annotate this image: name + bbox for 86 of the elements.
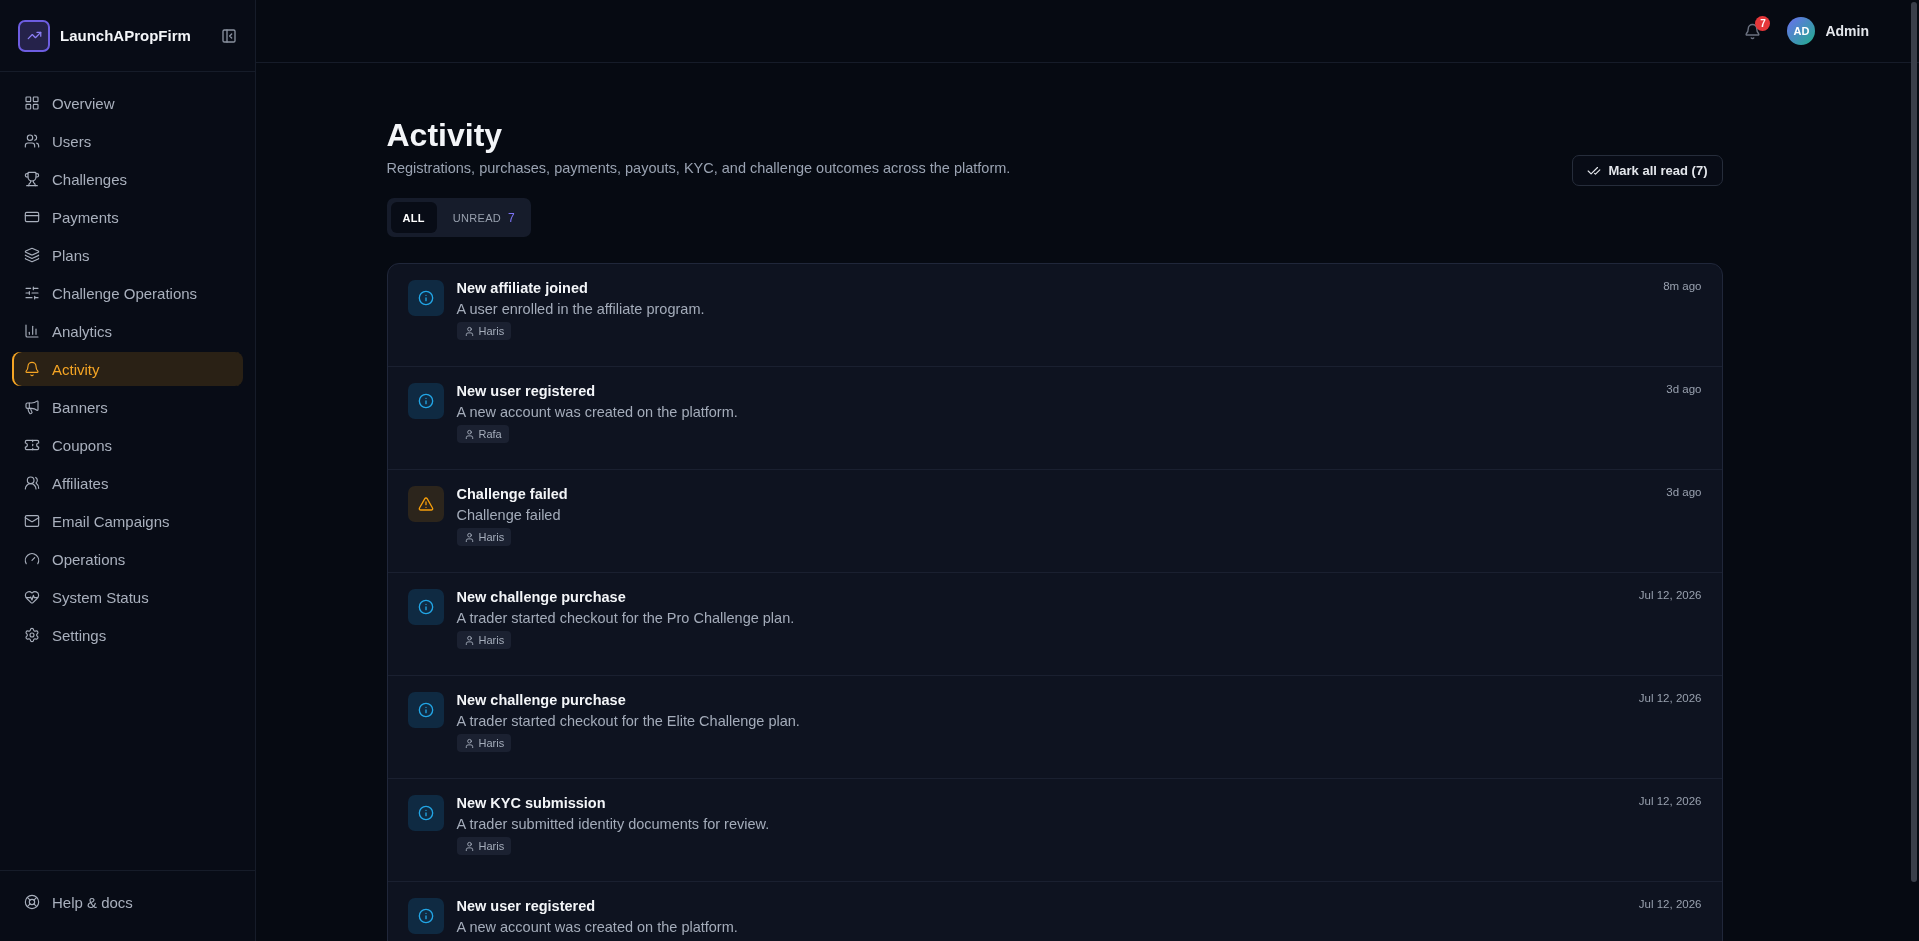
activity-description: A trader submitted identity documents for review. bbox=[456, 816, 771, 832]
sidebar-item[interactable]: Analytics bbox=[12, 314, 243, 348]
info-icon bbox=[407, 795, 444, 831]
info-icon bbox=[407, 383, 444, 419]
activity-time: Jul 12, 2026 bbox=[1638, 795, 1702, 809]
sidebar-item[interactable]: System Status bbox=[12, 580, 243, 614]
activity-title: New affiliate joined bbox=[456, 280, 589, 296]
user-tag: Haris bbox=[456, 734, 512, 752]
grid-icon bbox=[24, 95, 40, 111]
activity-title: New challenge purchase bbox=[456, 589, 627, 605]
warning-icon bbox=[407, 486, 444, 522]
activity-title: New challenge purchase bbox=[456, 692, 627, 708]
page-title: Activity bbox=[386, 117, 504, 154]
notification-badge: 7 bbox=[1755, 15, 1771, 31]
activity-title: New KYC submission bbox=[456, 795, 607, 811]
sidebar-item[interactable]: Challenge Operations bbox=[12, 276, 243, 310]
activity-time: 3d ago bbox=[1666, 486, 1702, 500]
activity-time: 3d ago bbox=[1666, 383, 1702, 397]
bell-icon bbox=[24, 361, 40, 377]
activity-description: A new account was created on the platform. bbox=[456, 404, 739, 420]
user-icon bbox=[463, 840, 475, 852]
activity-title: New user registered bbox=[456, 383, 597, 399]
info-icon bbox=[407, 692, 444, 728]
unread-count: 7 bbox=[508, 210, 516, 225]
sidebar-item[interactable]: Activity bbox=[12, 352, 243, 386]
sidebar-item[interactable]: Overview bbox=[12, 86, 243, 120]
page-subtitle: Registrations, purchases, payments, payouts, KYC, and challenge outcomes across the platform. bbox=[386, 160, 1011, 176]
activity-time: Jul 12, 2026 bbox=[1638, 898, 1702, 912]
user-tag: Haris bbox=[456, 837, 512, 855]
user-tag: Haris bbox=[456, 322, 512, 340]
logo-icon bbox=[18, 19, 50, 52]
sidebar-item[interactable]: Plans bbox=[12, 238, 243, 272]
activity-time: Jul 12, 2026 bbox=[1638, 589, 1702, 603]
ticket-icon bbox=[24, 437, 40, 453]
lifebuoy-icon bbox=[24, 894, 40, 910]
mail-icon bbox=[24, 513, 40, 529]
user-icon bbox=[463, 325, 475, 337]
users-icon bbox=[24, 133, 40, 149]
brand-name: LaunchAPropFirm bbox=[60, 27, 192, 44]
sidebar-item[interactable]: Coupons bbox=[12, 428, 243, 462]
activity-description: Challenge failed bbox=[456, 507, 562, 523]
megaphone-icon bbox=[24, 399, 40, 415]
user-icon bbox=[463, 428, 475, 440]
user-tag: Haris bbox=[456, 631, 512, 649]
avatar: AD bbox=[1787, 17, 1816, 45]
users-icon bbox=[24, 475, 40, 491]
activity-description: A trader started checkout for the Pro Challenge plan. bbox=[456, 610, 796, 626]
activity-title: New user registered bbox=[456, 898, 597, 914]
sidebar-item[interactable]: Operations bbox=[12, 542, 243, 576]
activity-description: A new account was created on the platform. bbox=[456, 919, 739, 935]
activity-time: Jul 12, 2026 bbox=[1638, 692, 1702, 706]
info-icon bbox=[407, 589, 444, 625]
trophy-icon bbox=[24, 171, 40, 187]
bar-chart-icon bbox=[24, 323, 40, 339]
activity-description: A trader started checkout for the Elite Challenge plan. bbox=[456, 713, 801, 729]
layers-icon bbox=[24, 247, 40, 263]
filter-tab[interactable]: UNREAD 7 bbox=[440, 202, 528, 233]
activity-description: A user enrolled in the affiliate program. bbox=[456, 301, 706, 317]
user-icon bbox=[463, 634, 475, 646]
user-name: Admin bbox=[1825, 23, 1869, 39]
card-icon bbox=[24, 209, 40, 225]
gauge-icon bbox=[24, 551, 40, 567]
heart-pulse-icon bbox=[24, 589, 40, 605]
help-link[interactable]: Help & docs bbox=[12, 885, 243, 919]
scrollbar[interactable] bbox=[1911, 2, 1917, 882]
sidebar-item[interactable]: Payments bbox=[12, 200, 243, 234]
user-menu[interactable]: AD Admin bbox=[1787, 17, 1869, 45]
user-tag: Haris bbox=[456, 528, 512, 546]
user-tag: Rafa bbox=[456, 425, 509, 443]
sidebar-item[interactable]: Email Campaigns bbox=[12, 504, 243, 538]
sliders-icon bbox=[24, 285, 40, 301]
settings-icon bbox=[24, 627, 40, 643]
sidebar-item[interactable]: Settings bbox=[12, 618, 243, 652]
activity-time: 8m ago bbox=[1663, 280, 1702, 294]
mark-all-read-button[interactable]: Mark all read (7) bbox=[1571, 155, 1723, 186]
info-icon bbox=[407, 898, 444, 934]
filter-tab[interactable]: ALL bbox=[390, 202, 437, 233]
info-icon bbox=[407, 280, 444, 316]
collapse-sidebar-icon[interactable] bbox=[221, 27, 237, 44]
sidebar-item[interactable]: Users bbox=[12, 124, 243, 158]
sidebar-item[interactable]: Challenges bbox=[12, 162, 243, 196]
sidebar-item[interactable]: Affiliates bbox=[12, 466, 243, 500]
user-icon bbox=[463, 531, 475, 543]
sidebar-item[interactable]: Banners bbox=[12, 390, 243, 424]
user-icon bbox=[463, 737, 475, 749]
activity-title: Challenge failed bbox=[456, 486, 569, 502]
